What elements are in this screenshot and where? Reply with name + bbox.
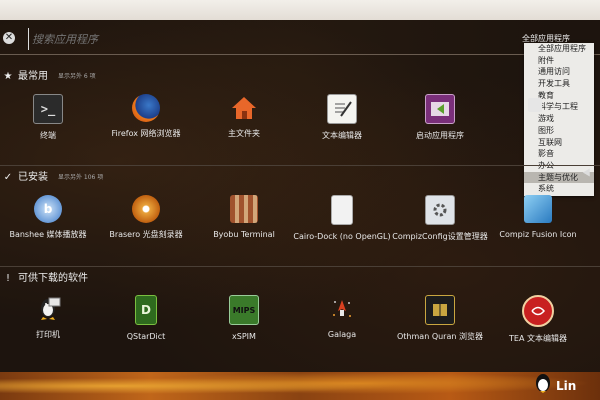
section-title: 可供下载的软件 (18, 273, 88, 284)
app-label: TEA 文本编辑器 (509, 334, 567, 343)
filter-option-sound-video[interactable]: 影音 (524, 148, 594, 160)
app-startup-apps[interactable]: 启动应用程序 (390, 94, 490, 141)
app-label: Brasero 光盘刻录器 (109, 230, 183, 239)
section-divider (0, 165, 600, 166)
app-label: 打印机 (36, 330, 60, 339)
show-more-link[interactable]: 显示另外 106 项 (58, 171, 103, 185)
app-terminal[interactable]: >_ 终端 (0, 94, 98, 141)
show-more-link[interactable]: 显示另外 6 项 (58, 70, 96, 84)
filter-option-all[interactable]: 全部应用程序 (524, 43, 594, 55)
app-compizconfig[interactable]: CompizConfig设置管理器 (390, 195, 490, 242)
app-galaga[interactable]: Galaga (292, 295, 392, 340)
star-icon: ★ (3, 71, 13, 82)
app-label: 主文件夹 (228, 129, 260, 138)
app-othman-quran[interactable]: Othman Quran 浏览器 (390, 295, 490, 342)
app-cairo-dock[interactable]: Cairo-Dock (no OpenGL) (292, 195, 392, 242)
app-label: 文本编辑器 (322, 131, 362, 140)
app-label: 终端 (40, 131, 56, 140)
search-input[interactable] (28, 28, 512, 50)
watermark-text: Lin (556, 379, 577, 393)
qstardict-icon: D (135, 295, 157, 325)
app-label: Cairo-Dock (no OpenGL) (293, 232, 391, 241)
app-banshee[interactable]: b Banshee 媒体播放器 (0, 195, 98, 240)
cairo-dock-icon (331, 195, 353, 225)
startup-apps-icon (425, 94, 455, 124)
app-compiz-fusion[interactable]: Compiz Fusion Icon (488, 195, 588, 240)
galaga-icon (328, 295, 356, 323)
filter-option-internet[interactable]: 互联网 (524, 137, 594, 149)
filter-option-games[interactable]: 游戏 (524, 113, 594, 125)
app-tea-editor[interactable]: TEA 文本编辑器 (488, 295, 588, 344)
app-label: Banshee 媒体播放器 (9, 230, 87, 239)
info-icon: ! (5, 273, 10, 284)
app-label: Compiz Fusion Icon (499, 230, 577, 239)
app-byobu[interactable]: Byobu Terminal (194, 195, 294, 240)
app-label: Galaga (327, 330, 357, 339)
banshee-icon: b (34, 195, 62, 223)
app-label: xSPIM (232, 332, 256, 341)
brasero-icon (132, 195, 160, 223)
check-circle-icon: ✓ (3, 172, 13, 183)
watermark-logo: Lin (530, 365, 600, 400)
compiz-fusion-icon (524, 195, 552, 223)
app-printer[interactable]: 打印机 (0, 295, 98, 340)
app-xspim[interactable]: MIPS xSPIM (194, 295, 294, 342)
printer-icon (34, 295, 62, 323)
text-editor-icon (327, 94, 357, 124)
byobu-icon (230, 195, 258, 223)
filter-option-developer-tools[interactable]: 开发工具 (524, 78, 594, 90)
desktop-wallpaper-strip (0, 372, 600, 400)
section-title: 已安装 (18, 172, 48, 183)
clear-search-icon[interactable]: ✕ (3, 32, 15, 44)
filter-option-graphics[interactable]: 图形 (524, 125, 594, 137)
section-title: 最常用 (18, 71, 48, 82)
app-label: Byobu Terminal (213, 230, 275, 239)
tux-icon (536, 374, 550, 393)
filter-option-system[interactable]: 系统 (524, 183, 594, 195)
tea-editor-icon (522, 295, 554, 327)
side-handle[interactable] (528, 98, 542, 112)
app-qstardict[interactable]: D QStarDict (96, 295, 196, 342)
othman-quran-icon (425, 295, 455, 325)
section-divider (0, 266, 600, 267)
xspim-icon: MIPS (229, 295, 259, 325)
terminal-icon: >_ (33, 94, 63, 124)
app-label: Firefox 网络浏览器 (111, 129, 181, 138)
filter-option-accessories[interactable]: 附件 (524, 55, 594, 67)
app-brasero[interactable]: Brasero 光盘刻录器 (96, 195, 196, 240)
app-label: QStarDict (126, 332, 166, 341)
filter-option-universal-access[interactable]: 通用访问 (524, 66, 594, 78)
firefox-icon (132, 94, 160, 122)
compizconfig-icon (425, 195, 455, 225)
top-panel (0, 0, 600, 21)
app-label: 启动应用程序 (416, 131, 464, 140)
app-firefox[interactable]: Firefox 网络浏览器 (96, 94, 196, 139)
app-home-folder[interactable]: 主文件夹 (194, 94, 294, 139)
home-folder-icon (230, 94, 258, 122)
app-label: Othman Quran 浏览器 (397, 332, 483, 341)
app-label: CompizConfig设置管理器 (392, 232, 488, 241)
search-row: ✕ (0, 26, 600, 55)
app-text-editor[interactable]: 文本编辑器 (292, 94, 392, 141)
